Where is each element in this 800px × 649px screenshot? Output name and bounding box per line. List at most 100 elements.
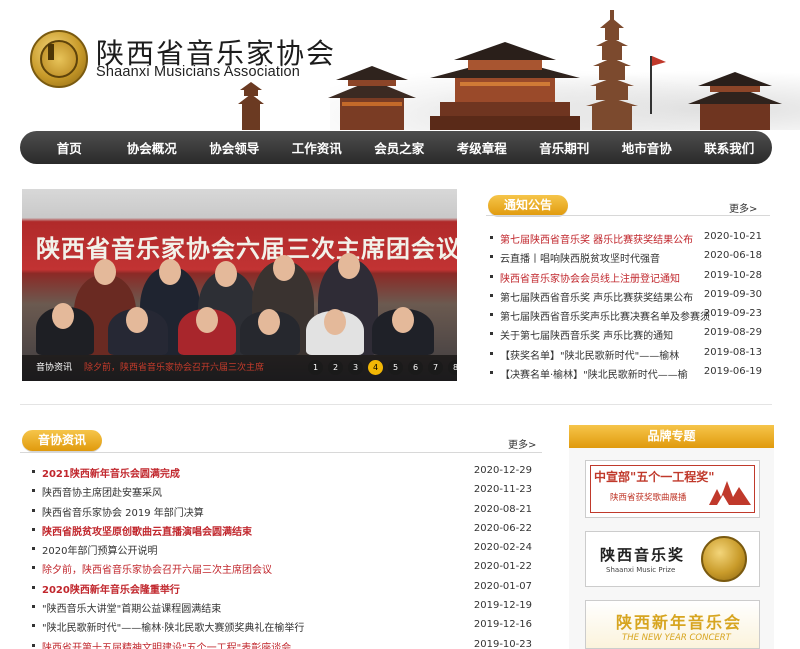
news-list: 2021陕西新年音乐会圆满完成 2020-12-29 陕西音协主席团赴安塞采风 20… — [32, 462, 532, 649]
harp-icon — [48, 44, 54, 60]
slideshow-caption[interactable]: 除夕前，陕西省音乐家协会召开六届三次主席 — [84, 360, 264, 373]
photo-person-head — [273, 255, 295, 281]
news-date: 2019-12-19 — [473, 600, 532, 612]
association-logo[interactable] — [30, 30, 88, 88]
section-divider — [20, 404, 772, 405]
list-item[interactable]: 第七届陕西省音乐奖 声乐比赛获奖结果公布 2019-09-30 — [490, 286, 762, 305]
list-item[interactable]: 第七届陕西省音乐奖 器乐比赛获奖结果公布 2020-10-21 — [490, 228, 762, 247]
list-item[interactable]: 云直播丨唱响陕西脱贫攻坚时代强音 2020-06-18 — [490, 247, 762, 266]
news-date: 2020-12-29 — [473, 465, 532, 476]
news-date: 2020-08-21 — [473, 503, 532, 515]
list-item[interactable]: 第七届陕西省音乐奖声乐比赛决赛名单及参赛须 2019-09-23 — [490, 305, 762, 324]
nav-item-about[interactable]: 协会概况 — [111, 138, 194, 157]
list-item[interactable]: 【决赛名单·榆林】"陕北民歌新时代——榆 2019-06-19 — [490, 363, 762, 382]
news-title[interactable]: "陕北民歌新时代"——榆林·陕北民歌大赛颁奖典礼在榆举行 — [42, 619, 304, 634]
promo-subtitle: THE NEW YEAR CONCERT — [622, 633, 731, 643]
photo-person-head — [159, 259, 181, 285]
slideshow-category-label: 音协资讯 — [36, 363, 73, 373]
news-date: 2019-12-16 — [473, 619, 532, 631]
notice-date: 2020-06-18 — [703, 250, 762, 262]
photo-person-head — [126, 307, 148, 333]
notice-title[interactable]: 关于第七届陕西音乐奖 声乐比赛的通知 — [500, 327, 673, 342]
notice-title[interactable]: 云直播丨唱响陕西脱贫攻坚时代强音 — [500, 250, 660, 265]
notice-date: 2019-10-28 — [703, 269, 762, 281]
nav-item-home[interactable]: 首页 — [28, 138, 111, 157]
notice-title[interactable]: 第七届陕西省音乐奖 器乐比赛获奖结果公布 — [500, 231, 693, 246]
list-item[interactable]: 2020年部门预算公开说明 2020-02-24 — [32, 539, 532, 558]
slide-dot-3[interactable]: 3 — [348, 360, 363, 375]
notice-more-link[interactable]: 更多> — [729, 200, 757, 215]
notice-title[interactable]: 第七届陕西省音乐奖 声乐比赛获奖结果公布 — [500, 289, 693, 304]
news-date: 2020-01-22 — [473, 561, 532, 573]
news-title[interactable]: 除夕前，陕西省音乐家协会召开六届三次主席团会议 — [42, 561, 272, 576]
photo-person-head — [338, 253, 360, 279]
list-item[interactable]: 除夕前，陕西省音乐家协会召开六届三次主席团会议 2020-01-22 — [32, 558, 532, 577]
list-item[interactable]: 2020陕西新年音乐会隆重举行 2020-01-07 — [32, 578, 532, 597]
news-title[interactable]: 陕西省脱贫攻坚原创歌曲云直播演唱会圆满结束 — [42, 523, 252, 538]
nav-item-news[interactable]: 工作资讯 — [276, 138, 359, 157]
news-slideshow[interactable]: 陕西省音乐家协会六届三次主席团会议 音协资讯 除夕前，陕西省音乐家协会召开六届三… — [22, 189, 457, 381]
photo-person-head — [258, 309, 280, 335]
list-item[interactable]: 陕西省开第十五届精神文明建设"五个一工程"表彰座谈会 2019-10-23 — [32, 636, 532, 649]
list-item[interactable]: 陕西省音乐家协会 2019 年部门决算 2020-08-21 — [32, 501, 532, 520]
news-title[interactable]: "陕西音乐大讲堂"首期公益课程圆满结束 — [42, 600, 221, 615]
photo-person-head — [94, 259, 116, 285]
list-item[interactable]: "陕西音乐大讲堂"首期公益课程圆满结束 2019-12-19 — [32, 597, 532, 616]
notice-title[interactable]: 【获奖名单】"陕北民歌新时代"——榆林 — [500, 347, 679, 362]
news-title[interactable]: 陕西省开第十五届精神文明建设"五个一工程"表彰座谈会 — [42, 639, 291, 649]
slide-dot-6[interactable]: 6 — [408, 360, 423, 375]
slide-dot-2[interactable]: 2 — [328, 360, 343, 375]
list-item[interactable]: 陕西省音乐家协会会员线上注册登记通知 2019-10-28 — [490, 267, 762, 286]
list-item[interactable]: 关于第七届陕西音乐奖 声乐比赛的通知 2019-08-29 — [490, 324, 762, 343]
slide-dot-8[interactable]: 8 — [448, 360, 457, 375]
nav-item-exam-rules[interactable]: 考级章程 — [441, 138, 524, 157]
site-name-en: Shaanxi Musicians Association — [96, 64, 301, 80]
nav-item-leadership[interactable]: 协会领导 — [193, 138, 276, 157]
notice-date: 2019-09-30 — [703, 288, 762, 300]
news-date: 2020-06-22 — [473, 522, 532, 534]
notice-date: 2019-09-23 — [703, 308, 762, 320]
photo-person-head — [215, 261, 237, 287]
news-title[interactable]: 2020陕西新年音乐会隆重举行 — [42, 581, 180, 596]
list-item[interactable]: 陕西省脱贫攻坚原创歌曲云直播演唱会圆满结束 2020-06-22 — [32, 520, 532, 539]
nav-item-members[interactable]: 会员之家 — [358, 138, 441, 157]
news-title[interactable]: 2021陕西新年音乐会圆满完成 — [42, 465, 180, 480]
news-title[interactable]: 2020年部门预算公开说明 — [42, 542, 157, 557]
list-item[interactable]: 2021陕西新年音乐会圆满完成 2020-12-29 — [32, 462, 532, 481]
notice-list: 第七届陕西省音乐奖 器乐比赛获奖结果公布 2020-10-21 云直播丨唱响陕西脱… — [490, 228, 762, 382]
banner-slogan: 陕西省音乐家协会六届三次主席团会议 — [36, 235, 457, 263]
promo-title: 陕西新年音乐会 — [616, 613, 743, 632]
promo-subtitle: 陕西省获奖歌曲展播 — [610, 493, 687, 503]
five-one-project-banner[interactable]: 中宣部"五个一工程奖" 陕西省获奖歌曲展播 — [585, 460, 760, 518]
slide-dot-1[interactable]: 1 — [308, 360, 323, 375]
photo-person-head — [392, 307, 414, 333]
new-year-concert-banner[interactable]: 陕西新年音乐会 THE NEW YEAR CONCERT — [585, 600, 760, 649]
promo-title: 中宣部"五个一工程奖" — [594, 470, 715, 484]
nav-item-contact[interactable]: 联系我们 — [688, 138, 771, 157]
slide-dot-4[interactable]: 4 — [368, 360, 383, 375]
photo-person-head — [52, 303, 74, 329]
notice-title[interactable]: 第七届陕西省音乐奖声乐比赛决赛名单及参赛须 — [500, 308, 710, 323]
list-item[interactable]: "陕北民歌新时代"——榆林·陕北民歌大赛颁奖典礼在榆举行 2019-12-16 — [32, 616, 532, 635]
shaanxi-music-prize-banner[interactable]: 陕西音乐奖 Shaanxi Music Prize — [585, 531, 760, 587]
notice-section-title: 通知公告 — [488, 195, 569, 216]
main-navigation: 首页 协会概况 协会领导 工作资讯 会员之家 考级章程 音乐期刊 地市音协 联系… — [20, 131, 772, 164]
nav-item-journal[interactable]: 音乐期刊 — [523, 138, 606, 157]
news-more-link[interactable]: 更多> — [508, 436, 536, 451]
promo-subtitle: Shaanxi Music Prize — [606, 566, 676, 574]
notice-date: 2019-06-19 — [703, 366, 762, 378]
photo-person-head — [324, 309, 346, 335]
nav-item-city-associations[interactable]: 地市音协 — [606, 138, 689, 157]
list-item[interactable]: 【获奖名单】"陕北民歌新时代"——榆林 2019-08-13 — [490, 344, 762, 363]
medal-icon — [701, 536, 747, 582]
slide-dot-7[interactable]: 7 — [428, 360, 443, 375]
list-item[interactable]: 陕西音协主席团赴安塞采风 2020-11-23 — [32, 481, 532, 500]
slide-dot-5[interactable]: 5 — [388, 360, 403, 375]
news-title[interactable]: 陕西音协主席团赴安塞采风 — [42, 484, 162, 499]
notice-title[interactable]: 陕西省音乐家协会会员线上注册登记通知 — [500, 270, 680, 285]
slideshow-pagination: 1 2 3 4 5 6 7 8 — [308, 360, 457, 375]
news-title[interactable]: 陕西省音乐家协会 2019 年部门决算 — [42, 504, 204, 519]
notice-title[interactable]: 【决赛名单·榆林】"陕北民歌新时代——榆 — [500, 366, 688, 381]
notice-divider — [486, 215, 770, 216]
photo-person-head — [196, 307, 218, 333]
